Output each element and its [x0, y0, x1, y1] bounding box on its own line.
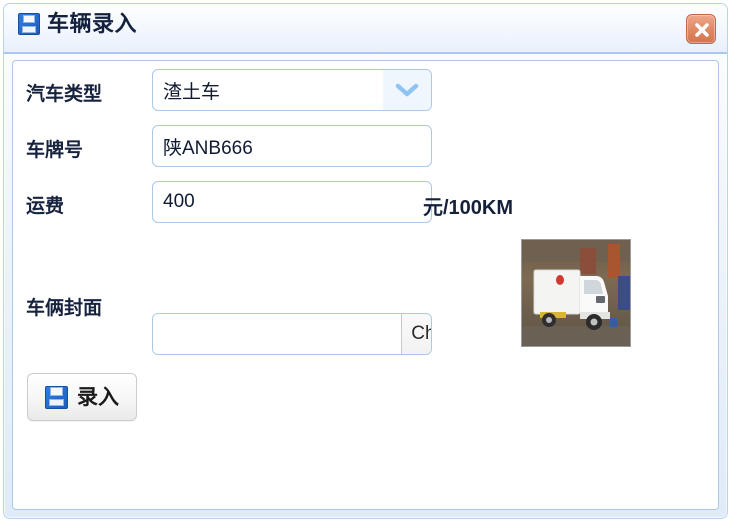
save-floppy-icon — [18, 13, 40, 35]
submit-button-label: 录入 — [77, 385, 119, 409]
vehicle-entry-dialog: 车辆录入 汽车类型 渣土车 车牌号 运费 元/100KM 车俩封面 — [3, 3, 728, 519]
dialog-content-panel: 汽车类型 渣土车 车牌号 运费 元/100KM 车俩封面 Choose File — [12, 60, 719, 510]
label-vehicle-type: 汽车类型 — [26, 84, 103, 105]
dialog-title-bar: 车辆录入 — [4, 4, 727, 54]
choose-file-button[interactable]: Choose File — [401, 314, 431, 354]
submit-button[interactable]: 录入 — [27, 373, 137, 421]
save-floppy-icon — [45, 385, 68, 409]
plate-number-input[interactable] — [152, 125, 432, 167]
close-button[interactable] — [686, 14, 716, 44]
close-x-icon — [695, 23, 709, 37]
label-plate-number: 车牌号 — [26, 140, 84, 161]
label-vehicle-cover: 车俩封面 — [26, 298, 103, 319]
vehicle-cover-preview — [521, 239, 631, 347]
white-box-truck-photo — [522, 240, 630, 346]
freight-input[interactable] — [152, 181, 432, 223]
vehicle-cover-file-name[interactable] — [153, 314, 401, 354]
label-freight: 运费 — [26, 196, 65, 217]
chevron-down-icon[interactable] — [383, 70, 431, 110]
vehicle-cover-file-group[interactable]: Choose File — [152, 313, 432, 355]
freight-unit-label: 元/100KM — [423, 197, 514, 219]
title-group: 车辆录入 — [18, 13, 137, 35]
dialog-title: 车辆录入 — [47, 11, 138, 36]
vehicle-type-select[interactable]: 渣土车 — [152, 69, 432, 111]
